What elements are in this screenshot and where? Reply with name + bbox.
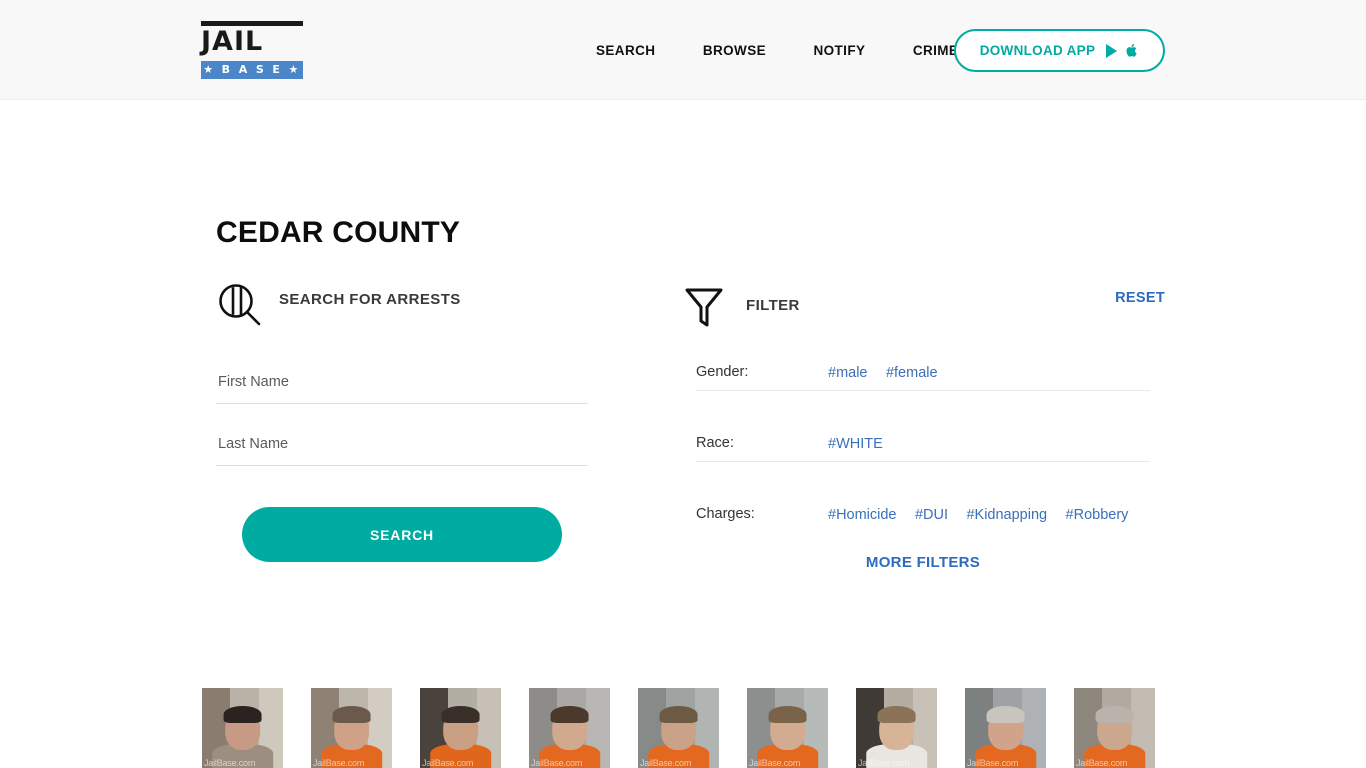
filter-panel-title: FILTER	[746, 297, 800, 314]
recent-mugshots-strip: JailBase.com JailBase.com JailBase.com Jail…	[202, 688, 1155, 768]
search-panel-header: SEARCH FOR ARRESTS	[216, 282, 588, 328]
mugshot-9[interactable]: JailBase.com	[1074, 688, 1155, 768]
filter-label-gender: Gender:	[696, 364, 749, 380]
mugshot-hair	[1095, 705, 1134, 724]
last-name-field	[216, 426, 588, 466]
mugshot-watermark: JailBase.com	[1076, 758, 1128, 768]
mugshot-6[interactable]: JailBase.com	[747, 688, 828, 768]
download-app-label: DOWNLOAD APP	[979, 43, 1096, 58]
nav-search[interactable]: SEARCH	[596, 41, 655, 61]
filter-tag-dui[interactable]: #DUI	[915, 507, 948, 523]
mugshot-hair	[441, 705, 480, 724]
mugshot-watermark: JailBase.com	[967, 758, 1019, 768]
nav-browse[interactable]: BROWSE	[703, 41, 766, 61]
reset-filters-link[interactable]: RESET	[1115, 290, 1165, 306]
first-name-input[interactable]	[216, 364, 588, 404]
mugshot-4[interactable]: JailBase.com	[529, 688, 610, 768]
mugshot-3[interactable]: JailBase.com	[420, 688, 501, 768]
logo-top: JAIL	[201, 21, 303, 57]
filter-tag-robbery[interactable]: #Robbery	[1066, 507, 1129, 523]
magnifier-icon	[219, 284, 261, 326]
mugshot-hair	[223, 705, 262, 724]
search-submit-button[interactable]: SEARCH	[242, 507, 562, 562]
filter-tags-gender: #male #female	[828, 364, 938, 382]
mugshot-watermark: JailBase.com	[531, 758, 583, 768]
mugshot-7[interactable]: JailBase.com	[856, 688, 937, 768]
mugshot-watermark: JailBase.com	[422, 758, 474, 768]
filter-tag-male[interactable]: #male	[828, 365, 868, 381]
mugshot-hair	[550, 705, 589, 724]
site-header: JAIL ★ B A S E ★ SEARCH BROWSE NOTIFY CR…	[0, 0, 1366, 100]
mugshot-watermark: JailBase.com	[204, 758, 256, 768]
first-name-field	[216, 364, 588, 404]
more-filters-link[interactable]: MORE FILTERS	[681, 554, 1165, 571]
filter-label-charges: Charges:	[696, 506, 755, 522]
mugshot-watermark: JailBase.com	[858, 758, 910, 768]
mugshot-8[interactable]: JailBase.com	[965, 688, 1046, 768]
mugshot-2[interactable]: JailBase.com	[311, 688, 392, 768]
mugshot-watermark: JailBase.com	[749, 758, 801, 768]
search-panel-title: SEARCH FOR ARRESTS	[279, 291, 461, 308]
filter-tag-kidnapping[interactable]: #Kidnapping	[966, 507, 1047, 523]
download-app-icons	[1106, 43, 1139, 58]
filter-tag-female[interactable]: #female	[886, 365, 938, 381]
mugshot-hair	[986, 705, 1025, 724]
jailbase-logo[interactable]: JAIL ★ B A S E ★	[201, 21, 303, 79]
nav-notify[interactable]: NOTIFY	[813, 41, 865, 61]
last-name-input[interactable]	[216, 426, 588, 466]
page-title: CEDAR COUNTY	[216, 216, 461, 250]
funnel-icon	[685, 288, 723, 327]
google-play-icon	[1106, 43, 1118, 58]
mugshot-1[interactable]: JailBase.com	[202, 688, 283, 768]
mugshot-hair	[768, 705, 807, 724]
filter-tags-charges: #Homicide #DUI #Kidnapping #Robbery	[828, 506, 1128, 524]
mugshot-hair	[332, 705, 371, 724]
mugshot-hair	[659, 705, 698, 724]
filter-label-race: Race:	[696, 435, 734, 451]
logo-base-bar: ★ B A S E ★	[201, 61, 303, 79]
logo-wordmark: JAIL	[201, 26, 264, 57]
filter-divider-2	[696, 461, 1150, 462]
filter-row-charges: Charges: #Homicide #DUI #Kidnapping #Rob…	[696, 496, 1150, 544]
apple-icon	[1126, 44, 1137, 57]
filter-divider-1	[696, 390, 1150, 391]
filter-tag-homicide[interactable]: #Homicide	[828, 507, 897, 523]
mugshot-5[interactable]: JailBase.com	[638, 688, 719, 768]
mugshot-hair	[877, 705, 916, 724]
main-navigation: SEARCH BROWSE NOTIFY CRIME STATS	[596, 41, 1007, 61]
download-app-button[interactable]: DOWNLOAD APP	[954, 29, 1165, 72]
search-for-arrests-panel: SEARCH FOR ARRESTS SEARCH	[216, 282, 588, 562]
mugshot-watermark: JailBase.com	[313, 758, 365, 768]
filter-tags-race: #WHITE	[828, 435, 883, 453]
mugshot-watermark: JailBase.com	[640, 758, 692, 768]
filter-row-gender: Gender: #male #female	[696, 354, 1150, 402]
filter-tag-white[interactable]: #WHITE	[828, 436, 883, 452]
filter-row-race: Race: #WHITE	[696, 425, 1150, 473]
